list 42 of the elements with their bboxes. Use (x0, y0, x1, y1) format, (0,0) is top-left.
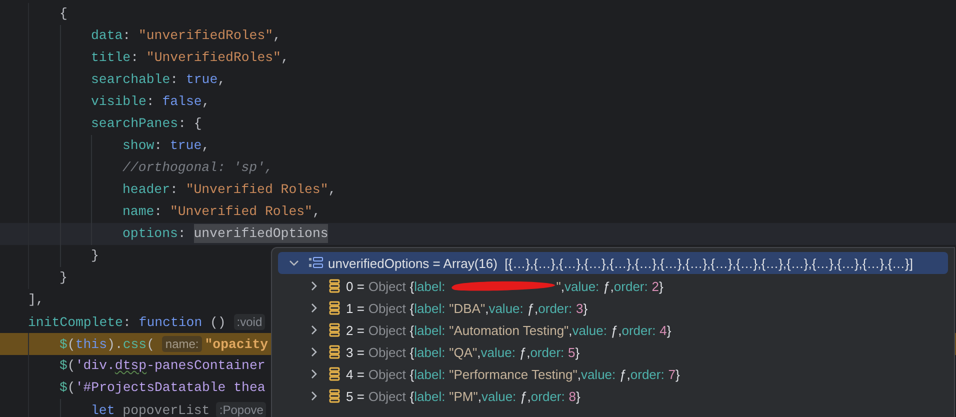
object-icon (329, 389, 340, 403)
value-text: ",value: ƒ,order: 2} (556, 278, 664, 294)
code-line: $('#ProjectsDatatable thea (60, 379, 266, 397)
chevron-right-icon[interactable] (309, 391, 319, 401)
code-line: name: "Unverified Roles", (122, 203, 320, 221)
code-line: data: "unverifiedRoles", (91, 27, 281, 45)
code-line: searchable: true, (91, 71, 226, 89)
object-icon (329, 345, 340, 359)
code-line: show: true, (122, 137, 210, 155)
chevron-right-icon[interactable] (309, 303, 319, 313)
code-line: let popoverList :Popove (91, 398, 270, 417)
chevron-right-icon[interactable] (309, 281, 319, 291)
code-line: visible: false, (91, 93, 210, 111)
value-text: 5 = Object {label: "PM",value: ƒ,order: 8} (346, 388, 580, 404)
chevron-right-icon[interactable] (309, 325, 319, 335)
code-line: initComplete: function () :void (28, 310, 268, 334)
value-text: 1 = Object {label: "DBA",value: ƒ,order: 3} (346, 300, 588, 316)
object-icon (329, 323, 340, 337)
value-text: unverifiedOptions = Array(16) [{…},{…},{…},{…},{…},{…},{…},{…},{…},{…},{…},{…},{…},{…},{…},{…}] (328, 256, 914, 270)
value-text: 3 = Object {label: "QA",value: ƒ,order: 5} (346, 344, 580, 360)
code-line: { (60, 5, 68, 23)
code-line: options: unverifiedOptions (122, 223, 328, 245)
object-icon (329, 301, 340, 315)
value-text: 4 = Object {label: "Performance Testing",value: ƒ,order: 7} (346, 366, 680, 382)
code-line: title: "UnverifiedRoles", (91, 49, 289, 67)
code-line: header: "Unverified Roles", (122, 181, 336, 199)
value-text: 0 = Object {label: (346, 278, 446, 294)
code-line: //orthogonal: 'sp', (122, 159, 273, 177)
chevron-right-icon[interactable] (309, 369, 319, 379)
code-line: } (91, 247, 99, 265)
chevron-down-icon[interactable] (289, 258, 299, 268)
code-line: searchPanes: { (91, 115, 202, 133)
code-line: $('div.dtsp-panesContainer (60, 357, 266, 375)
code-line: ], (28, 291, 44, 309)
value-text: 2 = Object {label: "Automation Testing",value: ƒ,order: 4} (346, 322, 672, 338)
object-icon (329, 279, 340, 293)
selected-row[interactable]: unverifiedOptions = Array(16) [{…},{…},{…},{…},{…},{…},{…},{…},{…},{…},{…},{…},{…},{…},{…},{…}] (278, 252, 948, 274)
chevron-right-icon[interactable] (309, 347, 319, 357)
code-line: } (60, 269, 68, 287)
array-icon (309, 257, 323, 269)
code-line: $(this).css( name: "opacity (60, 334, 268, 354)
object-icon (329, 367, 340, 381)
